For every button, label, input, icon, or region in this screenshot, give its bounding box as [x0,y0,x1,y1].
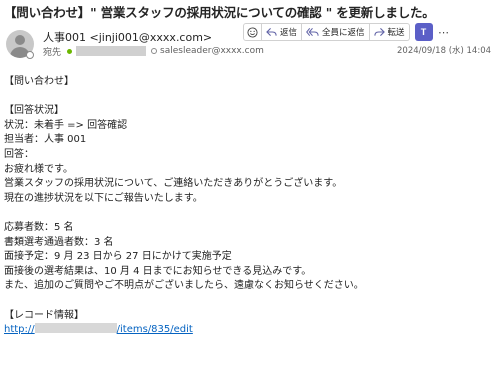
body-line: 書類選考通過者数：3 名 [4,236,114,248]
record-link-path: /items/835/edit [116,324,193,336]
body-line: 【回答状況】 [4,105,64,117]
record-link-prefix: http:// [4,324,35,336]
body-line: 【レコード情報】 [4,309,84,321]
teams-icon: T [420,27,427,37]
body-line: 【問い合わせ】 [4,76,74,87]
recipients-row: 宛先 salesleader@xxxx.com [43,45,264,58]
message-toolbar: 返信 全員に返信 転送 T ⋯ [243,22,451,42]
body-line: 面接後の選考結果は、10 月 4 日までにお知らせできる見込みです。 [4,265,312,277]
cc-recipient[interactable]: salesleader@xxxx.com [160,46,264,56]
sent-date: 2024/09/18 (水) 14:04 [397,46,492,56]
sender-name[interactable]: 人事001 <jinji001@xxxx.com> [43,29,212,45]
body-line: 担当者：人事 001 [4,134,87,146]
to-label: 宛先 [43,47,62,58]
emoji-reaction-button[interactable] [243,23,262,41]
body-line [4,90,489,105]
forward-icon [373,27,385,37]
redacted-recipient [76,46,147,56]
email-subject: 【問い合わせ】" 営業スタッフの採用状況についての確認 " を更新しました。 [4,5,435,20]
body-line: 面接予定：9 月 23 日から 27 日にかけて実施予定 [4,251,232,263]
record-link-line: http:// /items/835/edit [4,323,489,338]
reply-button[interactable]: 返信 [262,23,303,41]
body-line [4,294,489,309]
avatar-head-shape [15,35,25,45]
body-line: 現在の進捗状況を以下にご報告いたします。 [4,192,203,204]
record-link[interactable]: http:// /items/835/edit [4,323,193,336]
reply-label: 返信 [280,28,298,38]
body-line: 応募者数：5 名 [4,221,74,233]
more-actions-button[interactable]: ⋯ [437,23,451,41]
more-icon: ⋯ [438,25,450,39]
smiley-icon [247,26,258,38]
body-line [4,206,489,221]
recipient-status-icon [151,48,158,54]
body-line: また、追加のご質問やご不明点がございましたら、遠慮なくお知らせください。 [4,280,364,292]
forward-label: 転送 [387,28,405,38]
reply-all-label: 全員に返信 [322,28,365,38]
body-line: 営業スタッフの採用状況について、ご連絡いただきありがとうございます。 [4,178,343,190]
recipient-presence-icon [66,47,74,55]
teams-share-button[interactable]: T [414,23,433,41]
reply-all-button[interactable]: 全員に返信 [302,23,370,41]
body-line: 状況：未着手 => 回答確認 [4,119,128,131]
forward-button[interactable]: 転送 [369,23,410,41]
body-line: お疲れ様です。 [4,163,73,175]
presence-status-icon [26,51,34,59]
reply-all-icon [306,27,319,37]
redacted-host [34,323,117,334]
email-body: 【問い合わせ】 【回答状況】 状況：未着手 => 回答確認 担当者：人事 001… [4,75,489,338]
reply-icon [266,27,277,37]
body-line: 回答： [4,148,34,160]
